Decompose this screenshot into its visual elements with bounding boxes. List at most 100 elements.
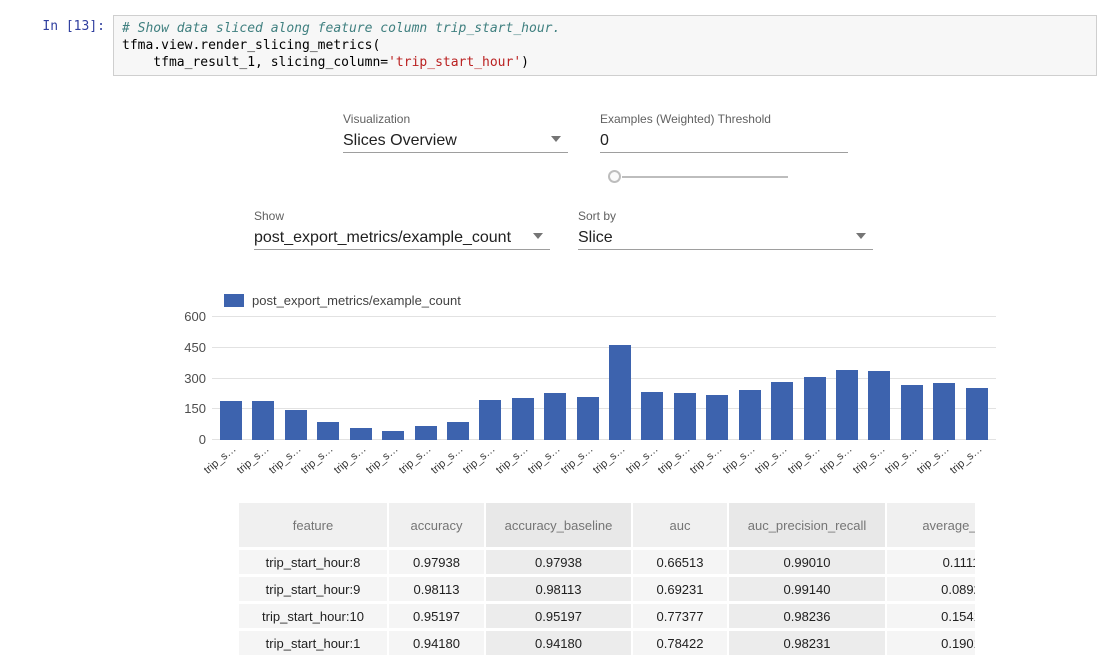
bar[interactable] (836, 370, 858, 440)
x-tick-label: trip_s… (591, 443, 628, 477)
y-tick-label: 300 (184, 372, 206, 386)
bar-slot: trip_s… (317, 422, 339, 440)
bar[interactable] (447, 422, 469, 440)
bar[interactable] (317, 422, 339, 440)
bar-slot: trip_s… (512, 398, 534, 440)
chevron-down-icon[interactable] (533, 233, 543, 239)
plot-area: trip_s… trip_s… trip_s… trip_s… trip_s… trip_… (212, 317, 996, 440)
bar[interactable] (609, 345, 631, 440)
table-row[interactable]: trip_start_hour:80.979380.979380.665130.… (239, 550, 975, 574)
table-row[interactable]: trip_start_hour:10.941800.941800.784220.… (239, 631, 975, 655)
table-cell: 0.77377 (633, 604, 727, 628)
table-header-cell: auc_precision_recall (729, 503, 885, 547)
table-row[interactable]: trip_start_hour:100.951970.951970.773770… (239, 604, 975, 628)
visualization-dropdown[interactable]: Visualization Slices Overview (343, 112, 568, 153)
y-axis: 6004503001500 (180, 317, 206, 440)
table-cell: trip_start_hour:9 (239, 577, 387, 601)
bar[interactable] (739, 390, 761, 440)
code-line-1: # Show data sliced along feature column … (122, 20, 1088, 37)
bar[interactable] (901, 385, 923, 440)
bar-slot: trip_s… (641, 392, 663, 440)
code-editor[interactable]: # Show data sliced along feature column … (113, 15, 1097, 76)
table-cell: 0.99010 (729, 550, 885, 574)
bar-slot: trip_s… (544, 393, 566, 440)
chevron-down-icon[interactable] (551, 136, 561, 142)
x-tick-label: trip_s… (559, 443, 596, 477)
code-comment: # Show data sliced along feature column … (122, 21, 560, 36)
x-tick-label: trip_s… (883, 443, 920, 477)
bar-slot: trip_s… (447, 422, 469, 440)
bar-slot: trip_s… (933, 383, 955, 440)
metrics-table-container[interactable]: featureaccuracyaccuracy_baselineaucauc_p… (237, 500, 975, 668)
bar[interactable] (771, 382, 793, 440)
threshold-input[interactable] (600, 132, 848, 150)
y-tick-label: 150 (184, 402, 206, 416)
x-tick-label: trip_s… (461, 443, 498, 477)
table-cell: 0.98231 (729, 631, 885, 655)
bar[interactable] (641, 392, 663, 440)
y-tick-label: 600 (184, 310, 206, 324)
show-dropdown[interactable]: Show post_export_metrics/example_count (254, 209, 550, 250)
bar-slot: trip_s… (706, 395, 728, 440)
table-row[interactable]: trip_start_hour:90.981130.981130.692310.… (239, 577, 975, 601)
bar[interactable] (577, 397, 599, 440)
bar[interactable] (415, 426, 437, 440)
bar[interactable] (382, 431, 404, 440)
x-tick-label: trip_s… (267, 443, 304, 477)
table-cell: 0.0892 (887, 577, 975, 601)
bar[interactable] (252, 401, 274, 440)
chevron-down-icon[interactable] (856, 233, 866, 239)
bar[interactable] (674, 393, 696, 440)
x-tick-label: trip_s… (623, 443, 660, 477)
bar-slot: trip_s… (350, 428, 372, 440)
bar-slot: trip_s… (285, 410, 307, 440)
table-cell: 0.95197 (486, 604, 631, 628)
bar-slot: trip_s… (479, 400, 501, 440)
slider-track (622, 176, 788, 178)
table-header-cell: auc (633, 503, 727, 547)
bar-slot: trip_s… (220, 401, 242, 440)
table-cell: 0.78422 (633, 631, 727, 655)
x-tick-label: trip_s… (915, 443, 952, 477)
table-cell: 0.99140 (729, 577, 885, 601)
bar-slot: trip_s… (415, 426, 437, 440)
bar-slot: trip_s… (252, 401, 274, 440)
x-tick-label: trip_s… (202, 443, 239, 477)
slices-bar-chart: 6004503001500 trip_s…trip_s…trip_s…trip_… (180, 317, 996, 477)
table-header-cell: accuracy (389, 503, 484, 547)
bar-slot: trip_s… (804, 377, 826, 440)
bar[interactable] (285, 410, 307, 440)
bars: trip_s… trip_s… trip_s… trip_s… trip_s… trip_… (220, 317, 988, 440)
sort-by-dropdown[interactable]: Sort by Slice (578, 209, 873, 250)
bar[interactable] (966, 388, 988, 440)
threshold-field[interactable]: Examples (Weighted) Threshold (600, 112, 848, 153)
bar[interactable] (706, 395, 728, 440)
x-tick-label: trip_s… (526, 443, 563, 477)
table-cell: 0.98236 (729, 604, 885, 628)
x-tick-label: trip_s… (721, 443, 758, 477)
bar[interactable] (544, 393, 566, 440)
x-tick-label: trip_s… (850, 443, 887, 477)
threshold-slider[interactable] (608, 170, 788, 184)
table-header-cell: average_loss (887, 503, 975, 547)
bar[interactable] (868, 371, 890, 440)
table-cell: 0.1541 (887, 604, 975, 628)
code-string: 'trip_start_hour' (388, 55, 521, 70)
bar[interactable] (350, 428, 372, 440)
sort-by-value: Slice (578, 226, 873, 250)
table-cell: 0.1901 (887, 631, 975, 655)
table-cell: trip_start_hour:8 (239, 550, 387, 574)
cell-prompt: In [13]: (0, 19, 105, 34)
bar[interactable] (220, 401, 242, 440)
bar-slot: trip_s… (674, 393, 696, 440)
bar[interactable] (512, 398, 534, 440)
bar[interactable] (804, 377, 826, 440)
bar-slot: trip_s… (382, 431, 404, 440)
bar-slot: trip_s… (836, 370, 858, 440)
y-tick-label: 0 (199, 433, 206, 447)
bar[interactable] (479, 400, 501, 440)
bar[interactable] (933, 383, 955, 440)
table-cell: 0.94180 (486, 631, 631, 655)
table-cell: 0.94180 (389, 631, 484, 655)
slider-knob[interactable] (608, 170, 621, 183)
